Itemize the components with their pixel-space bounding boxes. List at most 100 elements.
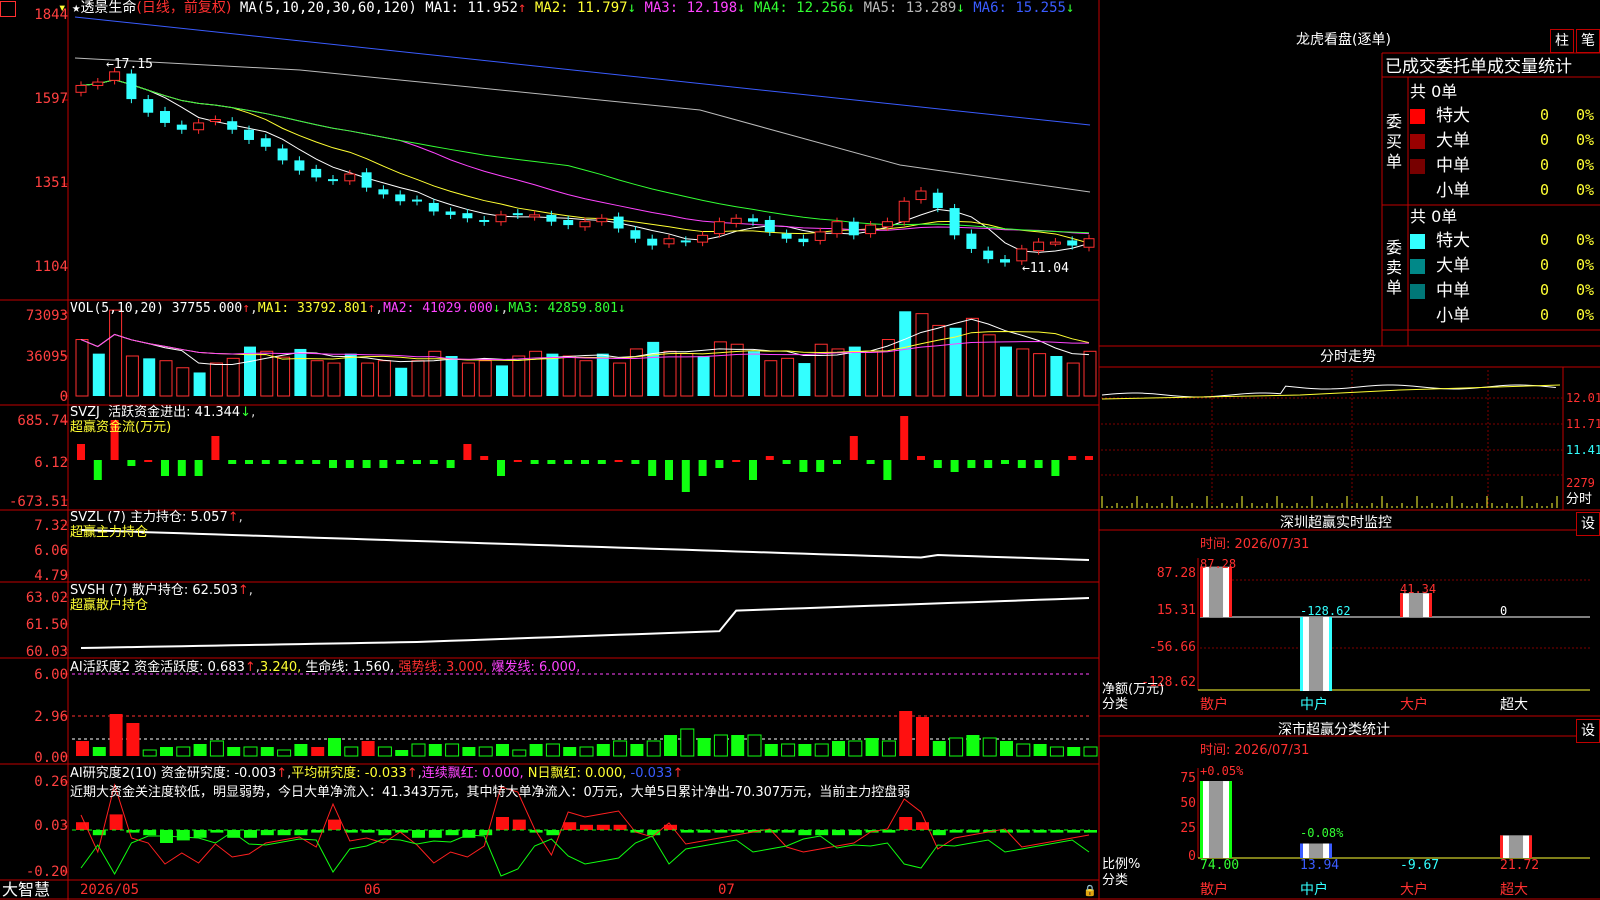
date-label-3: 07 bbox=[718, 882, 735, 898]
ma-item-4: MA4: 12.256 bbox=[745, 0, 847, 16]
candle bbox=[647, 238, 658, 246]
svsh-header: SVSH (7) 散户持仓: 62.503↑, bbox=[70, 583, 253, 598]
activity-bar bbox=[579, 746, 594, 757]
volume-bar bbox=[176, 367, 190, 397]
sz-axis-2: 15.31 bbox=[1156, 603, 1196, 618]
candle bbox=[495, 214, 507, 223]
volume-bar bbox=[781, 357, 795, 397]
flow-bar bbox=[933, 460, 942, 468]
volume-bar bbox=[848, 346, 861, 396]
candle bbox=[748, 218, 758, 222]
activity-bar bbox=[1000, 741, 1013, 756]
candle bbox=[730, 217, 742, 224]
svzl-label: SVZL (7) bbox=[70, 510, 126, 525]
sz-cat-medium: 中户 bbox=[1300, 697, 1328, 713]
volume-bar bbox=[277, 356, 291, 397]
sz-axis-1: 87.28 bbox=[1156, 566, 1196, 581]
ai2-header: AI活跃度2 资金活跃度: 0.683↑,3.240, 生命线: 1.560, … bbox=[70, 660, 581, 675]
flow-bar bbox=[698, 460, 707, 476]
research-bar bbox=[815, 830, 829, 836]
ma-arrow-2: ↓ bbox=[627, 0, 637, 16]
research-bar bbox=[798, 830, 812, 836]
candle bbox=[311, 168, 322, 178]
brand-logo[interactable]: 大智慧 bbox=[2, 881, 50, 899]
sell-side-label: 委卖单 bbox=[1386, 238, 1403, 297]
flow-bar bbox=[480, 456, 489, 460]
flow-bar bbox=[1034, 460, 1043, 468]
candle bbox=[663, 238, 675, 245]
activity-bar bbox=[848, 740, 863, 757]
svsh-sub: 超赢散户持仓 bbox=[70, 598, 149, 613]
volume-bar bbox=[748, 351, 760, 396]
volume-bar bbox=[143, 358, 156, 396]
candle bbox=[1049, 241, 1061, 245]
szc-unit: 比例% bbox=[1102, 857, 1141, 872]
flow-bar bbox=[211, 436, 220, 460]
candle bbox=[949, 208, 960, 236]
activity-bar bbox=[92, 747, 106, 756]
flow-bar bbox=[1068, 456, 1077, 460]
bar-view-button[interactable]: 柱 bbox=[1550, 29, 1574, 53]
volume-bar bbox=[663, 350, 677, 397]
volume-bar bbox=[965, 317, 979, 397]
flow-bar bbox=[967, 460, 976, 468]
ai-res-b: 平均研究度: -0.033 bbox=[291, 766, 407, 781]
volume-bar bbox=[764, 360, 778, 397]
stock-period[interactable]: (日线，前复权) bbox=[136, 0, 231, 16]
vol-header: VOL(5,10,20) 37755.000↑,MA1: 33792.801↑,… bbox=[70, 301, 626, 316]
activity-bar bbox=[160, 747, 173, 756]
flow-bar bbox=[446, 460, 455, 468]
volume-bar bbox=[193, 372, 206, 396]
order-count: 0 bbox=[1540, 131, 1550, 149]
research-bar bbox=[143, 830, 157, 836]
candle bbox=[1083, 238, 1095, 248]
period-toggle-button[interactable] bbox=[0, 1, 16, 17]
flow-bar bbox=[127, 460, 136, 466]
activity-bar bbox=[664, 735, 677, 756]
price-panel-header: ★透景生命(日线，前复权) MA(5,10,20,30,60,120) MA1:… bbox=[72, 1, 1074, 15]
order-percent: 0% bbox=[1576, 156, 1595, 174]
research-bar bbox=[378, 830, 392, 836]
volume-bar bbox=[680, 353, 694, 397]
lock-icon[interactable]: 🔒 bbox=[1083, 884, 1097, 898]
flow-bar bbox=[513, 460, 522, 462]
research-bar bbox=[176, 830, 190, 841]
activity-bar bbox=[377, 746, 392, 757]
flow-bar bbox=[530, 460, 539, 464]
vol-label: VOL(5,10,20) bbox=[70, 301, 164, 316]
legend-swatch bbox=[1410, 284, 1425, 299]
activity-bar bbox=[747, 734, 762, 757]
flow-bar bbox=[161, 460, 169, 476]
flow-bar bbox=[278, 460, 287, 464]
date-label-2: 06 bbox=[364, 882, 381, 898]
activity-bar bbox=[193, 744, 207, 756]
flow-bar bbox=[1051, 460, 1060, 476]
activity-bar bbox=[496, 744, 509, 756]
volume-bar bbox=[496, 365, 508, 396]
activity-bar bbox=[1033, 744, 1047, 756]
buy-side-label: 委买单 bbox=[1386, 112, 1403, 171]
activity-bar bbox=[764, 744, 778, 756]
medium-bar bbox=[1300, 617, 1303, 691]
sz-class-settings-button[interactable]: 设 bbox=[1576, 719, 1600, 743]
candle bbox=[412, 199, 422, 202]
research-bar bbox=[596, 824, 610, 830]
volume-bar bbox=[75, 339, 89, 397]
chart-canvas bbox=[0, 0, 1600, 900]
flow-bar bbox=[329, 460, 337, 468]
candle bbox=[697, 234, 709, 243]
medium-bar bbox=[1308, 617, 1324, 691]
price-axis-1: 1844 bbox=[34, 7, 68, 23]
sz-monitor-settings-button[interactable]: 设 bbox=[1576, 512, 1600, 536]
tick-view-button[interactable]: 笔 bbox=[1576, 29, 1600, 53]
volume-bar bbox=[546, 353, 559, 396]
vol-axis-1: 73093 bbox=[25, 308, 68, 324]
order-type-label: 小单 bbox=[1436, 306, 1470, 326]
activity-bar bbox=[832, 741, 845, 756]
volume-bar bbox=[915, 313, 929, 397]
low-price-value: 11.04 bbox=[1029, 261, 1069, 276]
volume-bar bbox=[411, 360, 425, 397]
flow-bar bbox=[429, 460, 438, 464]
volume-bar bbox=[899, 311, 912, 396]
activity-bar bbox=[1083, 746, 1098, 757]
